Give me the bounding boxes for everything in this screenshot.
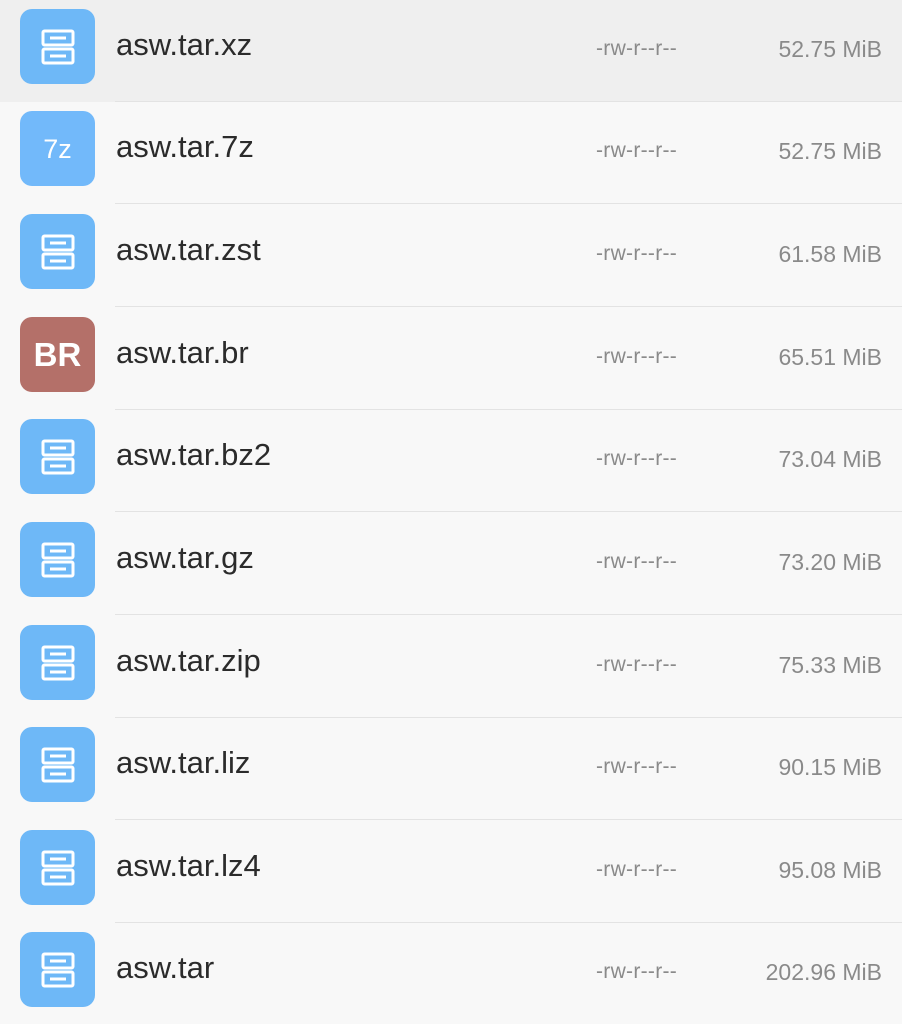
file-name: asw.tar.zst: [116, 232, 261, 267]
file-size: 73.04 MiB: [778, 446, 882, 472]
row-divider: [115, 203, 902, 204]
file-name: asw.tar.7z: [116, 129, 254, 164]
brotli-icon: BR: [20, 317, 95, 392]
file-row[interactable]: asw.tar -rw-r--r-- 202.96 MiB: [0, 923, 902, 1024]
file-size: 75.33 MiB: [778, 652, 882, 678]
file-name: asw.tar.lz4: [116, 848, 261, 883]
row-divider: [115, 511, 902, 512]
file-row[interactable]: asw.tar.xz -rw-r--r-- 52.75 MiB: [0, 0, 902, 102]
file-size: 95.08 MiB: [778, 857, 882, 883]
file-row[interactable]: asw.tar.zst -rw-r--r-- 61.58 MiB: [0, 205, 902, 307]
file-list: asw.tar.xz -rw-r--r-- 52.75 MiB 7z asw.t…: [0, 0, 902, 1024]
row-divider: [115, 306, 902, 307]
file-permissions: -rw-r--r--: [596, 37, 678, 60]
file-permissions: -rw-r--r--: [596, 653, 678, 676]
archive-icon: [20, 727, 95, 802]
archive-icon: [20, 214, 95, 289]
7z-icon: 7z: [20, 111, 95, 186]
file-name: asw.tar.xz: [116, 27, 253, 62]
file-permissions: -rw-r--r--: [596, 242, 678, 265]
file-name: asw.tar.gz: [116, 540, 254, 575]
file-name: asw.tar.br: [116, 335, 249, 370]
archive-icon: [20, 419, 95, 494]
file-permissions: -rw-r--r--: [596, 755, 678, 778]
file-row[interactable]: 7z asw.tar.7z -rw-r--r-- 52.75 MiB: [0, 102, 902, 204]
archive-icon: [20, 9, 95, 84]
7z-icon-label: 7z: [43, 134, 72, 164]
file-row[interactable]: asw.tar.zip -rw-r--r-- 75.33 MiB: [0, 616, 902, 718]
file-name: asw.tar: [116, 950, 215, 985]
file-row[interactable]: BR asw.tar.br -rw-r--r-- 65.51 MiB: [0, 308, 902, 410]
file-size: 52.75 MiB: [778, 138, 882, 164]
file-row[interactable]: asw.tar.lz4 -rw-r--r-- 95.08 MiB: [0, 821, 902, 923]
file-row[interactable]: asw.tar.bz2 -rw-r--r-- 73.04 MiB: [0, 410, 902, 512]
row-divider: [115, 819, 902, 820]
file-size: 65.51 MiB: [778, 344, 882, 370]
file-permissions: -rw-r--r--: [596, 345, 678, 368]
row-divider: [115, 614, 902, 615]
file-row[interactable]: asw.tar.gz -rw-r--r-- 73.20 MiB: [0, 513, 902, 615]
file-size: 52.75 MiB: [778, 36, 882, 62]
file-permissions: -rw-r--r--: [596, 960, 678, 983]
file-name: asw.tar.liz: [116, 745, 251, 780]
file-size: 61.58 MiB: [778, 241, 882, 267]
file-permissions: -rw-r--r--: [596, 139, 678, 162]
file-name: asw.tar.bz2: [116, 437, 272, 472]
file-permissions: -rw-r--r--: [596, 447, 678, 470]
file-size: 202.96 MiB: [765, 959, 882, 985]
file-size: 73.20 MiB: [778, 549, 882, 575]
archive-icon: [20, 522, 95, 597]
archive-icon: [20, 625, 95, 700]
file-row[interactable]: asw.tar.liz -rw-r--r-- 90.15 MiB: [0, 718, 902, 820]
file-name: asw.tar.zip: [116, 643, 261, 678]
file-permissions: -rw-r--r--: [596, 858, 678, 881]
file-size: 90.15 MiB: [778, 754, 882, 780]
archive-icon: [20, 830, 95, 905]
brotli-icon-label: BR: [33, 335, 82, 373]
archive-icon: [20, 932, 95, 1007]
file-permissions: -rw-r--r--: [596, 550, 678, 573]
